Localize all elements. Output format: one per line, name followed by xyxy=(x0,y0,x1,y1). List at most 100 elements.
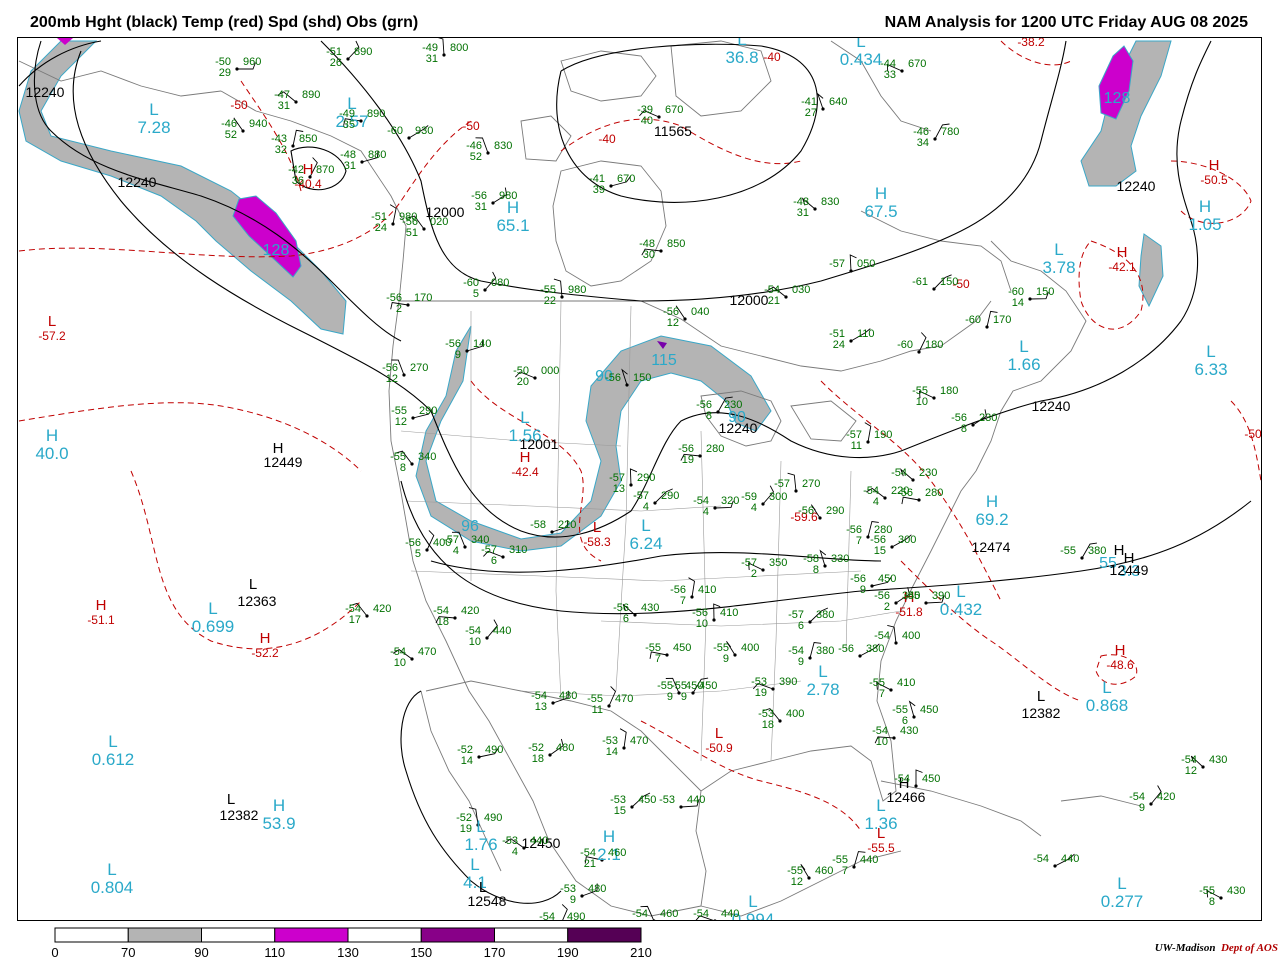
obs-height: 890 xyxy=(367,108,385,120)
obs-temperature: -60 xyxy=(897,339,913,351)
obs-height: 460 xyxy=(815,865,833,877)
speed-extremum-value: 6.33 xyxy=(1194,360,1227,379)
obs-height: 380 xyxy=(816,609,834,621)
temp-high-marker: H xyxy=(1117,244,1128,261)
obs-height: 470 xyxy=(630,735,648,747)
speed-labels: L7.28L2.57H65.1L36.8L0.434H67.5L3.78H1.0… xyxy=(35,38,1227,920)
obs-dewpoint-depression: 34 xyxy=(917,137,929,149)
temp-high-marker: H xyxy=(1115,642,1126,659)
obs-height: 440 xyxy=(1061,853,1079,865)
obs-height: 000 xyxy=(541,365,559,377)
obs-dewpoint-depression: 19 xyxy=(460,823,472,835)
arctic-islands-3 xyxy=(520,115,572,162)
obs-dewpoint-depression: 6 xyxy=(623,613,629,625)
obs-temperature: -54 xyxy=(632,908,648,920)
obs-height: 440 xyxy=(530,835,548,847)
obs-height: 400 xyxy=(786,708,804,720)
speed-low-marker: L xyxy=(641,516,650,535)
obs-dewpoint-depression: 11 xyxy=(851,440,862,452)
obs-dewpoint-depression: 52 xyxy=(225,129,237,141)
arctic-islands-1 xyxy=(560,50,657,102)
temp-extremum-value: -51.1 xyxy=(87,613,115,627)
temp-contour xyxy=(130,470,362,650)
wind-barb xyxy=(816,92,824,110)
height-contour-label: 12000 xyxy=(730,292,769,308)
obs-height: 300 xyxy=(898,534,916,546)
speed-extremum-value: 69.2 xyxy=(975,510,1008,529)
obs-height: 450 xyxy=(699,680,717,692)
height-contour-label: 12240 xyxy=(118,174,157,190)
obs-dewpoint-depression: 22 xyxy=(544,295,556,307)
obs-dewpoint-depression: 31 xyxy=(797,207,809,219)
obs-height: 310 xyxy=(509,544,527,556)
obs-dewpoint-depression: 13 xyxy=(613,483,625,495)
wind-barb xyxy=(908,700,916,718)
obs-height: 450 xyxy=(673,642,691,654)
obs-dewpoint-depression: 7 xyxy=(856,535,862,547)
obs-dewpoint-depression: 18 xyxy=(762,719,774,731)
obs-dewpoint-depression: 5 xyxy=(473,288,479,300)
colorbar-tick-label: 190 xyxy=(556,945,579,960)
obs-height: 450 xyxy=(638,794,656,806)
obs-dewpoint-depression: 13 xyxy=(535,701,547,713)
temp-high-marker: H xyxy=(1209,157,1220,174)
speed-contour-label: 115 xyxy=(651,352,677,369)
obs-height: 470 xyxy=(615,693,633,705)
temp-contour xyxy=(1078,240,1144,330)
obs-height: 470 xyxy=(418,646,436,658)
speed-extremum-value: 0.868 xyxy=(1086,696,1129,715)
height-low-marker: L xyxy=(479,879,487,896)
obs-height: 850 xyxy=(667,238,685,250)
obs-temperature: -57 xyxy=(829,258,845,270)
height-low-marker: H xyxy=(273,440,284,457)
temp-extremum-value: -52.2 xyxy=(251,646,279,660)
obs-dewpoint-depression: 4 xyxy=(703,506,709,518)
speed-extremum-value: 0.434 xyxy=(840,50,883,69)
obs-dewpoint-depression: 36 xyxy=(292,175,304,187)
temp-low-marker: L xyxy=(877,825,885,842)
obs-height: 440 xyxy=(721,908,739,920)
temp-extremum-value: -50.5 xyxy=(1200,173,1228,187)
obs-dewpoint-depression: 2 xyxy=(751,568,757,580)
speed-extremum-value: 3.78 xyxy=(1042,258,1075,277)
wind-barb xyxy=(688,577,695,598)
obs-temperature: -53 xyxy=(659,794,675,806)
obs-dewpoint-depression: 14 xyxy=(461,755,473,767)
colorbar-tick-label: 70 xyxy=(121,945,136,960)
temp-low-marker: L xyxy=(48,313,56,330)
obs-dewpoint-depression: 31 xyxy=(278,100,290,112)
obs-height: 830 xyxy=(821,196,839,208)
height-contour-label: 12240 xyxy=(719,420,758,436)
speed-high-marker: H xyxy=(46,426,58,445)
obs-dewpoint-depression: 29 xyxy=(219,67,231,79)
speed-extremum-value: 6.24 xyxy=(629,534,662,553)
obs-dewpoint-depression: 5 xyxy=(415,548,421,560)
colorbar-segment xyxy=(494,927,569,943)
obs-height: 440 xyxy=(493,625,511,637)
speed-extremum-value: 1.05 xyxy=(1188,215,1221,234)
colorbar-tick-label: 150 xyxy=(410,945,433,960)
obs-height: 670 xyxy=(665,104,683,116)
obs-dewpoint-depression: 4 xyxy=(453,545,459,557)
obs-height: 280 xyxy=(925,487,943,499)
height-low-marker: L xyxy=(227,791,235,808)
temp-contour xyxy=(18,402,362,472)
obs-dewpoint-depression: 51 xyxy=(406,227,418,239)
speed-extremum-value: 2.78 xyxy=(806,680,839,699)
obs-height: 230 xyxy=(979,412,997,424)
speed-contour-label: 96 xyxy=(461,518,479,535)
obs-height: 230 xyxy=(919,467,937,479)
speed-low-marker: L xyxy=(818,662,827,681)
obs-height: 890 xyxy=(354,46,372,58)
obs-height: 480 xyxy=(588,883,606,895)
obs-height: 460 xyxy=(660,908,678,920)
obs-dewpoint-depression: 8 xyxy=(813,564,819,576)
obs-height: 320 xyxy=(721,495,739,507)
speed-extremum-value: 40.0 xyxy=(35,444,68,463)
temp-high-marker: H xyxy=(96,597,107,614)
speed-extremum-value: 0.277 xyxy=(1101,892,1144,911)
obs-height: 030 xyxy=(792,284,810,296)
obs-height: 430 xyxy=(1209,754,1227,766)
colorbar-segment xyxy=(420,927,495,943)
obs-dewpoint-depression: 15 xyxy=(874,545,886,557)
